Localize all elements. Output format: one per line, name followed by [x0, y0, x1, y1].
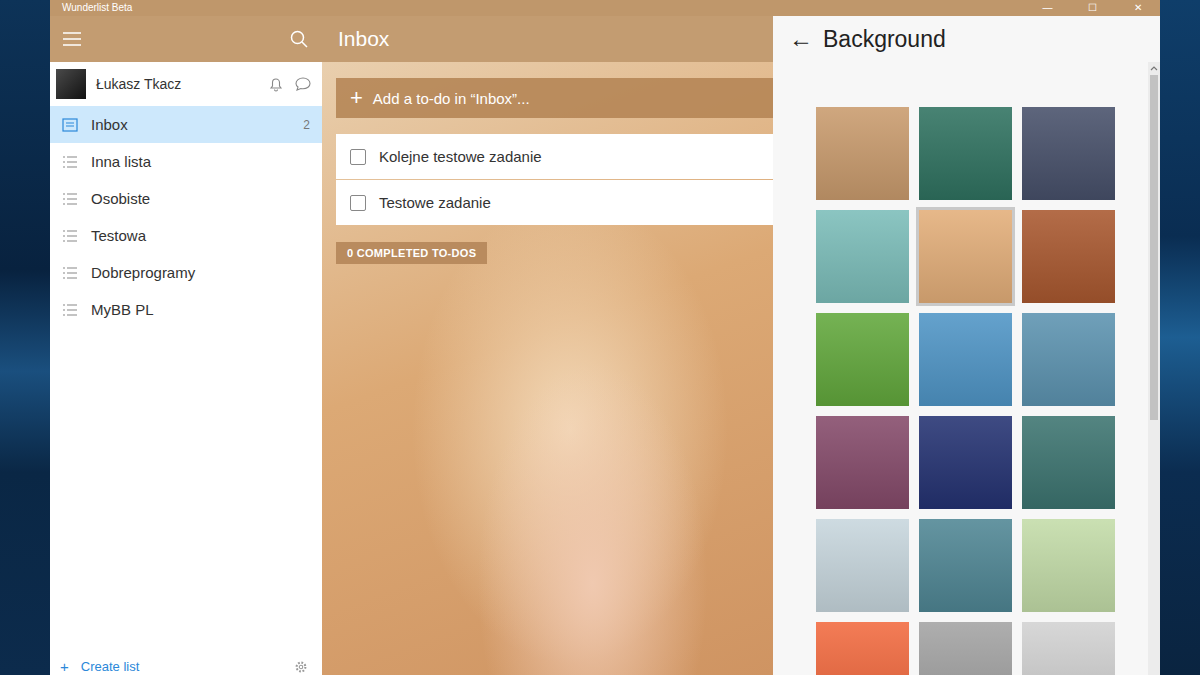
- sidebar-item-label: Osobiste: [91, 190, 310, 207]
- gear-icon[interactable]: [294, 660, 308, 674]
- background-option[interactable]: [1022, 416, 1115, 509]
- list-icon: [62, 191, 78, 207]
- desktop-wallpaper: [1160, 0, 1200, 675]
- list-icon: [62, 228, 78, 244]
- background-header: ← Background: [773, 16, 1160, 62]
- background-option[interactable]: [816, 416, 909, 509]
- user-name: Łukasz Tkacz: [96, 76, 258, 92]
- window-control-button[interactable]: —: [1025, 0, 1070, 16]
- sidebar-item[interactable]: MyBB PL: [50, 291, 322, 328]
- background-option[interactable]: [1022, 622, 1115, 675]
- list-title: Inbox: [338, 27, 389, 51]
- background-title: Background: [823, 26, 946, 53]
- main-area: Łukasz Tkacz Inbox 2 Inna lista Osobiste Test…: [50, 16, 1160, 675]
- chat-icon[interactable]: [294, 76, 312, 92]
- scrollbar[interactable]: [1148, 62, 1160, 675]
- avatar: [56, 69, 86, 99]
- list-icon: [62, 265, 78, 281]
- list-background-photo: + Add a to-do in “Inbox”... Kolejne testow…: [322, 62, 773, 675]
- window-title: Wunderlist Beta: [62, 2, 132, 14]
- create-list-button[interactable]: +Create list: [60, 659, 139, 674]
- list-header: Inbox: [322, 16, 773, 62]
- sidebar-item-label: Testowa: [91, 227, 310, 244]
- background-option[interactable]: [816, 210, 909, 303]
- background-option[interactable]: [1022, 210, 1115, 303]
- hamburger-icon[interactable]: [62, 32, 82, 46]
- sidebar-item-label: MyBB PL: [91, 301, 310, 318]
- sidebar-item[interactable]: Inbox 2: [50, 106, 322, 143]
- desktop-wallpaper: [0, 0, 50, 675]
- list-icon: [62, 154, 78, 170]
- todo-label: Testowe zadanie: [379, 194, 491, 211]
- background-option[interactable]: [919, 210, 1012, 303]
- background-option[interactable]: [919, 416, 1012, 509]
- background-option[interactable]: [816, 107, 909, 200]
- background-panel: ← Background: [773, 16, 1160, 675]
- item-count: 2: [303, 118, 310, 132]
- sidebar-item[interactable]: Testowa: [50, 217, 322, 254]
- sidebar-item-label: Dobreprogramy: [91, 264, 310, 281]
- todo-row[interactable]: Testowe zadanie: [336, 180, 773, 225]
- add-todo-placeholder: Add a to-do in “Inbox”...: [373, 90, 530, 107]
- completed-todos-button[interactable]: 0 COMPLETED TO-DOS: [336, 242, 487, 264]
- sidebar-header: [50, 16, 322, 62]
- back-button[interactable]: ←: [789, 27, 813, 51]
- background-option[interactable]: [919, 107, 1012, 200]
- background-option[interactable]: [816, 519, 909, 612]
- bell-icon[interactable]: [268, 76, 284, 92]
- sidebar-footer: +Create list: [50, 654, 322, 675]
- window-control-button[interactable]: ✕: [1115, 0, 1160, 16]
- scroll-up-arrow-icon[interactable]: [1150, 65, 1158, 71]
- list-panel: Inbox + Add a to-do in “Inbox”... Kolejne t…: [322, 16, 773, 675]
- background-option[interactable]: [919, 622, 1012, 675]
- user-row[interactable]: Łukasz Tkacz: [50, 62, 322, 106]
- sidebar-item-label: Inna lista: [91, 153, 310, 170]
- sidebar-item[interactable]: Osobiste: [50, 180, 322, 217]
- scrollbar-thumb[interactable]: [1150, 75, 1158, 420]
- add-todo-input[interactable]: + Add a to-do in “Inbox”...: [336, 78, 773, 118]
- sidebar: Łukasz Tkacz Inbox 2 Inna lista Osobiste Test…: [50, 16, 322, 675]
- background-grid: [773, 62, 1148, 675]
- todo-checkbox[interactable]: [350, 195, 366, 211]
- sidebar-item[interactable]: Dobreprogramy: [50, 254, 322, 291]
- inbox-icon: [62, 117, 78, 133]
- title-bar: Wunderlist Beta —☐✕: [50, 0, 1160, 16]
- sidebar-item[interactable]: Inna lista: [50, 143, 322, 180]
- todo-list: Kolejne testowe zadanie Testowe zadanie: [336, 134, 773, 225]
- sidebar-item-label: Inbox: [91, 116, 290, 133]
- background-option[interactable]: [816, 313, 909, 406]
- plus-icon: +: [350, 87, 363, 109]
- todo-row[interactable]: Kolejne testowe zadanie: [336, 134, 773, 179]
- app-window: Wunderlist Beta —☐✕ Łukasz Tkacz Inbox 2 Inna…: [50, 0, 1160, 675]
- background-option[interactable]: [1022, 313, 1115, 406]
- todo-label: Kolejne testowe zadanie: [379, 148, 542, 165]
- window-controls: —☐✕: [1025, 0, 1160, 16]
- background-option[interactable]: [919, 519, 1012, 612]
- background-option[interactable]: [1022, 107, 1115, 200]
- window-control-button[interactable]: ☐: [1070, 0, 1115, 16]
- desktop: Wunderlist Beta —☐✕ Łukasz Tkacz Inbox 2 Inna…: [0, 0, 1200, 675]
- list-icon: [62, 302, 78, 318]
- background-option[interactable]: [816, 622, 909, 675]
- background-option[interactable]: [919, 313, 1012, 406]
- todo-checkbox[interactable]: [350, 149, 366, 165]
- search-icon[interactable]: [290, 30, 308, 48]
- background-option[interactable]: [1022, 519, 1115, 612]
